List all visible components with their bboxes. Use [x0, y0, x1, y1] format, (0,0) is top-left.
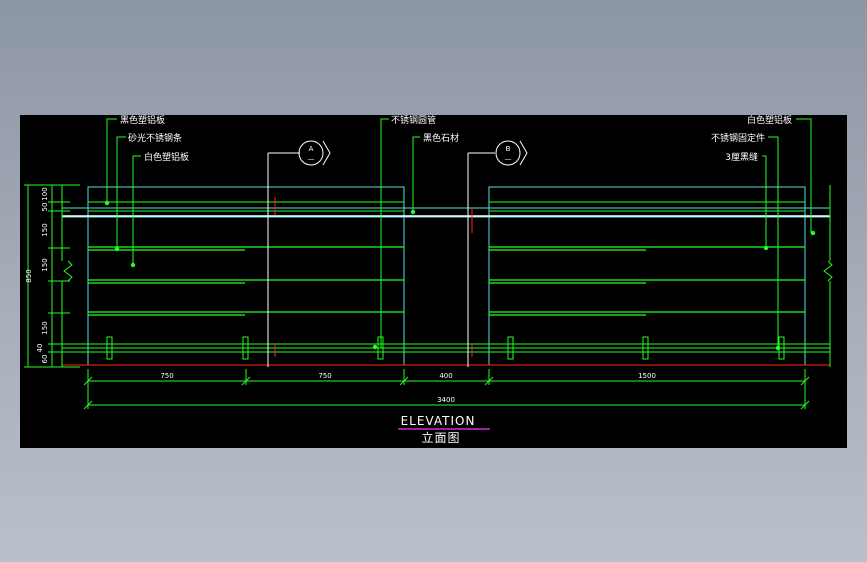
dim-bottom-400: 400 — [439, 372, 452, 380]
cad-drawing-canvas: A — B — 黑色塑铝板 砂光不锈钢条 白色塑铝板 不锈钢圆管 黑色石材 白色… — [20, 115, 847, 448]
left-panel — [87, 186, 405, 366]
bottom-dimension-texts: 750 750 400 1500 3400 — [160, 372, 656, 404]
callout-steel-round-tube: 不锈钢圆管 — [391, 115, 436, 126]
top-cap-lines — [88, 201, 805, 212]
elevation-drawing: A — B — 黑色塑铝板 砂光不锈钢条 白色塑铝板 不锈钢圆管 黑色石材 白色… — [24, 115, 833, 445]
callout-brushed-steel-strip: 砂光不锈钢条 — [128, 132, 182, 144]
section-marker-a: A — — [298, 140, 331, 166]
dim-left-40: 40 — [36, 344, 44, 353]
dim-bottom-750a: 750 — [160, 372, 173, 380]
leader-dots — [104, 200, 816, 351]
callout-black-aluminum: 黑色塑铝板 — [120, 115, 165, 126]
leader-lines — [106, 118, 812, 348]
section-marker-b: B — — [495, 140, 528, 166]
base-rails — [62, 343, 830, 353]
dim-bottom-1500: 1500 — [638, 372, 656, 380]
dim-left-60: 60 — [41, 355, 49, 364]
callout-steel-fixing: 不锈钢固定件 — [711, 132, 765, 144]
callout-black-stone: 黑色石材 — [423, 132, 459, 144]
section-b-letter: B — [506, 145, 511, 153]
dim-left-150b: 150 — [41, 258, 49, 271]
callout-white-aluminum-left: 白色塑铝板 — [144, 151, 189, 163]
section-b-sub: — — [505, 155, 512, 163]
steel-strips — [88, 246, 805, 316]
dim-left-150c: 150 — [41, 321, 49, 334]
dim-bottom-750b: 750 — [318, 372, 331, 380]
section-a-sub: — — [308, 155, 315, 163]
dim-bottom-total: 3400 — [437, 396, 455, 404]
drawing-title: ELEVATION — [401, 414, 476, 428]
callout-white-aluminum-right: 白色塑铝板 — [747, 115, 792, 126]
dim-left-total: 850 — [25, 269, 33, 282]
drawing-subtitle: 立面图 — [421, 430, 460, 445]
red-marks — [274, 197, 473, 357]
dim-left-150a: 150 — [41, 223, 49, 236]
left-dimension-texts: 100 50 150 150 150 40 60 850 — [25, 187, 49, 363]
dim-left-100: 100 — [41, 187, 49, 200]
dim-left-50: 50 — [41, 203, 49, 212]
right-panel — [488, 186, 806, 366]
callout-black-seam: 3厘黑缝 — [725, 151, 758, 163]
left-dimension-lines — [24, 184, 833, 368]
section-a-letter: A — [309, 145, 314, 153]
